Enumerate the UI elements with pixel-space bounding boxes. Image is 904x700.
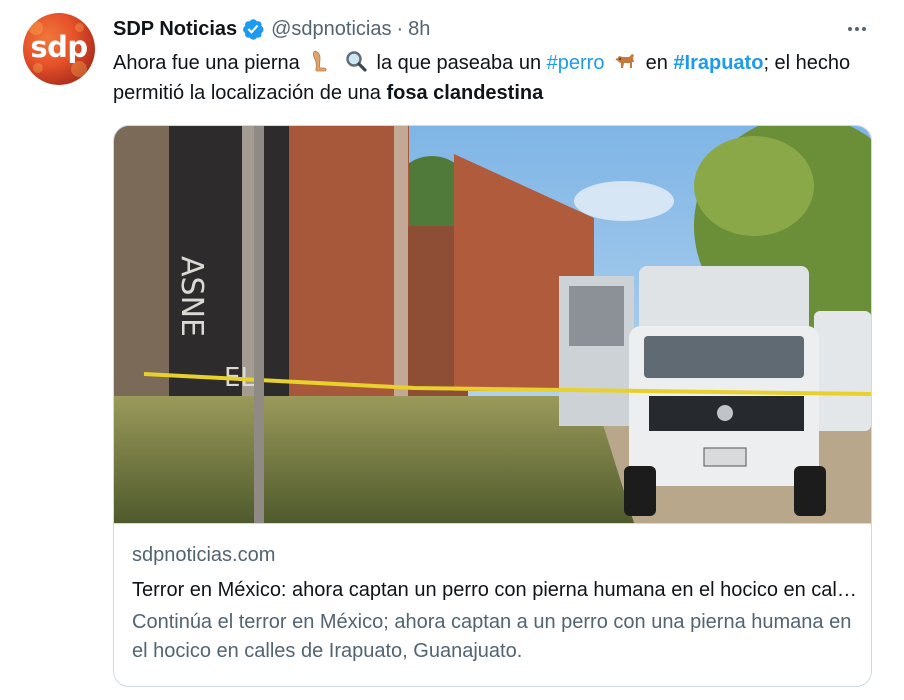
tweet-time[interactable]: 8h: [408, 18, 430, 41]
tweet-text: Ahora fue una pierna la que paseaba un #…: [113, 48, 873, 108]
svg-text:ASNE: ASNE: [174, 256, 209, 337]
separator-dot: ·: [396, 17, 404, 40]
author-handle[interactable]: @sdpnoticias: [271, 18, 391, 41]
verified-badge-icon: [243, 19, 264, 40]
more-options-icon[interactable]: [840, 14, 874, 44]
news-photo-image[interactable]: ASNE EL: [114, 126, 871, 523]
hashtag-irapuato[interactable]: #Irapuato: [673, 52, 763, 74]
tweet-text-part: en: [645, 52, 668, 74]
card-description: Continúa el terror en México; ahora capt…: [132, 611, 852, 662]
magnifying-glass-icon: [346, 51, 367, 72]
leg-emoji-icon: [313, 50, 327, 72]
tweet-text-part: Ahora fue una pierna: [113, 52, 300, 74]
author-name[interactable]: SDP Noticias: [113, 18, 237, 41]
card-domain: sdpnoticias.com: [132, 544, 276, 566]
card-info[interactable]: sdpnoticias.com Terror en México: ahora …: [114, 523, 871, 686]
link-card[interactable]: ASNE EL sdpnoticias.com Terror en México…: [113, 125, 872, 687]
tweet-text-part: la que paseaba un: [376, 52, 542, 74]
hashtag-perro[interactable]: #perro: [547, 52, 605, 74]
tweet-bold-text: fosa clandestina: [386, 82, 544, 104]
avatar-logo-text: sdp: [30, 30, 88, 64]
dog-emoji-icon: [615, 54, 635, 68]
tweet-header: SDP Noticias @sdpnoticias · 8h: [113, 15, 430, 43]
avatar[interactable]: sdp: [23, 13, 95, 85]
card-title: Terror en México: ahora captan un perro …: [132, 579, 857, 601]
